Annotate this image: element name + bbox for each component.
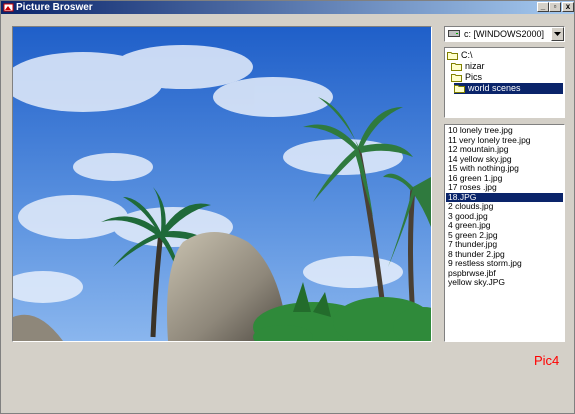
close-button[interactable]: x (562, 2, 574, 12)
dropdown-arrow-button[interactable] (551, 27, 564, 41)
directory-list[interactable]: C:\ nizar Pics world scenes (444, 47, 565, 118)
dir-label: C:\ (461, 50, 473, 60)
title-bar[interactable]: Picture Broswer _ ▫ x (1, 1, 574, 14)
picture-index-label: Pic4 (534, 353, 560, 368)
dir-label: nizar (465, 61, 485, 71)
beach-palm-photo (13, 27, 431, 341)
drive-dropdown[interactable]: c: [WINDOWS2000] (444, 26, 565, 42)
chevron-down-icon (554, 32, 561, 36)
picture-browser-window: Picture Broswer _ ▫ x c: [WINDOWS2000] C… (0, 0, 575, 414)
maximize-button[interactable]: ▫ (549, 2, 561, 12)
open-folder-icon (454, 85, 465, 93)
open-folder-icon (451, 74, 462, 82)
dir-item-world-scenes[interactable]: world scenes (454, 83, 563, 94)
app-icon (3, 3, 14, 12)
dir-label: world scenes (468, 83, 521, 93)
file-item[interactable]: yellow sky.JPG (446, 277, 563, 288)
open-folder-icon (451, 63, 462, 71)
drive-icon (448, 30, 460, 37)
dir-label: Pics (465, 72, 483, 82)
drive-value: c: [WINDOWS2000] (464, 29, 545, 39)
minimize-button[interactable]: _ (537, 2, 549, 12)
open-folder-icon (447, 52, 458, 60)
window-title: Picture Broswer (16, 2, 93, 13)
picture-display (12, 26, 432, 342)
file-list[interactable]: 10 lonely tree.jpg 11 very lonely tree.j… (444, 124, 565, 342)
